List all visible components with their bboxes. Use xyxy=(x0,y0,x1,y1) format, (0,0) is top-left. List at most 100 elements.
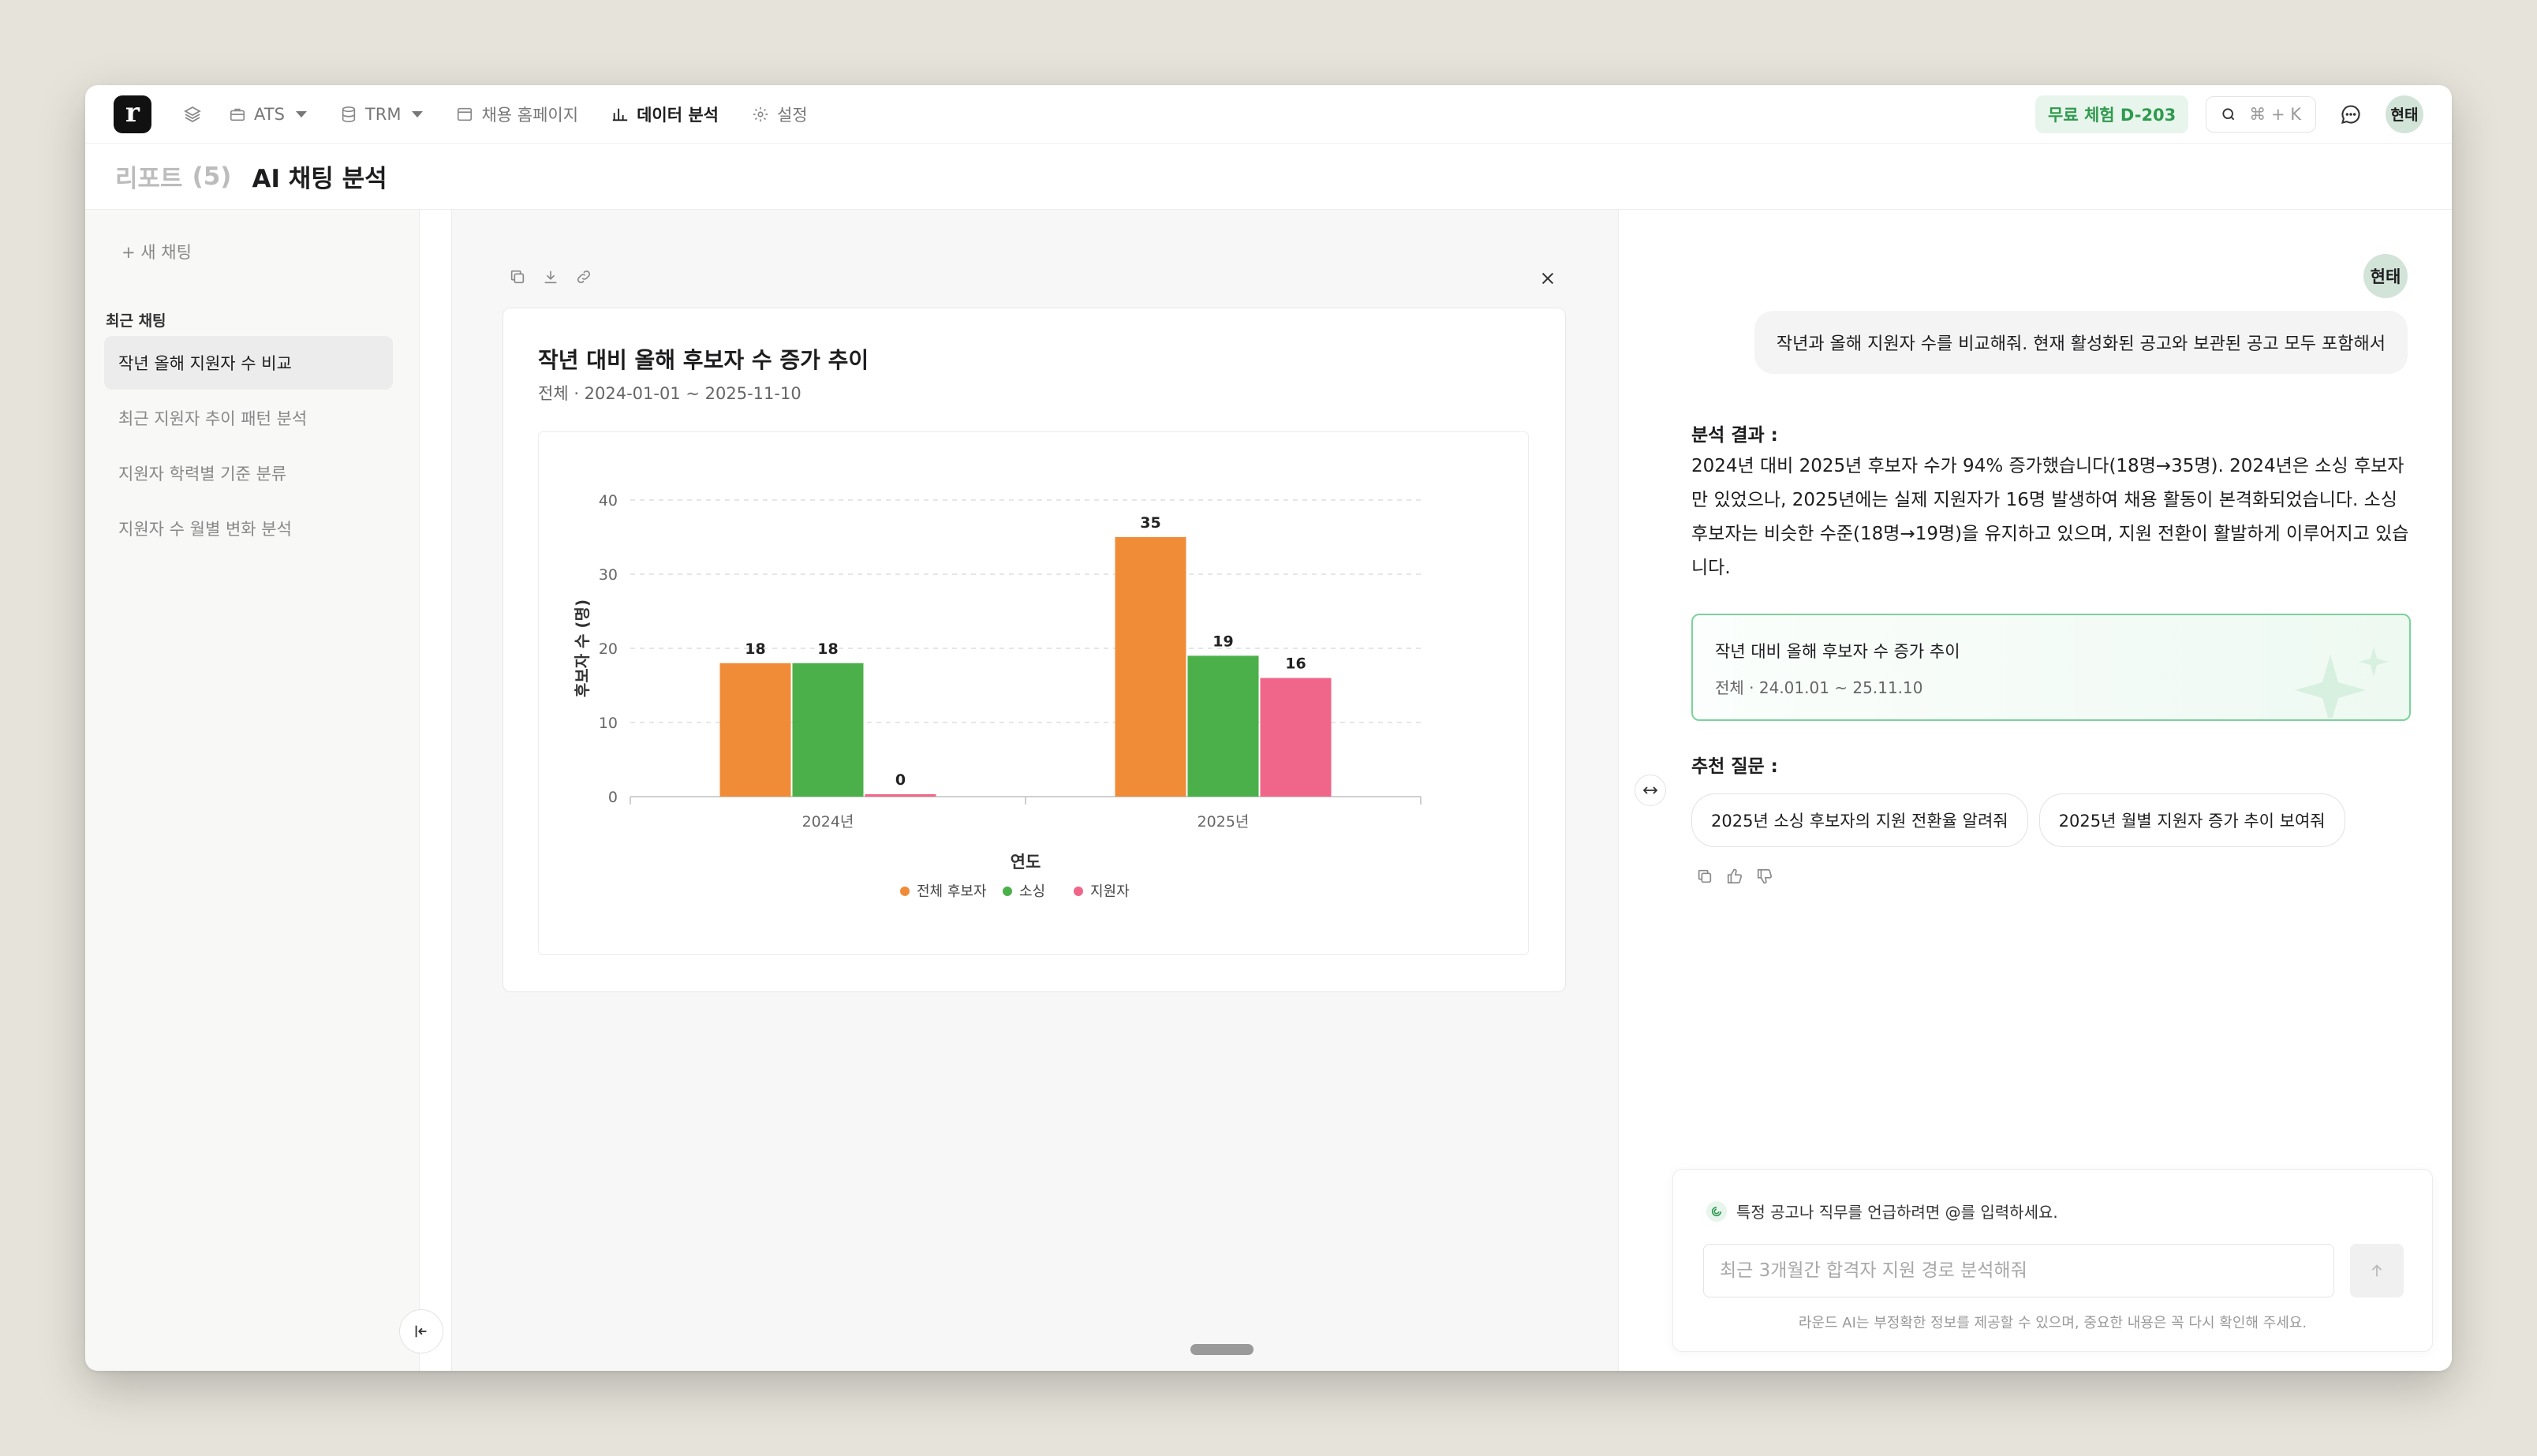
nav-trm[interactable]: TRM xyxy=(340,105,424,124)
chat-composer: 특정 공고나 직무를 언급하려면 @를 입력하세요. 라운드 AI는 부정확한 … xyxy=(1672,1169,2433,1352)
legend-swatch xyxy=(900,887,910,896)
user-avatar[interactable]: 현태 xyxy=(2386,95,2423,133)
report-card: 작년 대비 올해 후보자 수 증가 추이 전체 · 2024-01-01 ~ 2… xyxy=(503,308,1566,992)
recent-chat-item[interactable]: 지원자 학력별 기준 분류 xyxy=(104,446,393,500)
chart-bar xyxy=(1115,537,1186,797)
panel-drag-handle[interactable] xyxy=(1190,1344,1254,1355)
nav-ats[interactable]: ATS xyxy=(229,105,307,124)
database-icon xyxy=(342,106,356,122)
page-header: 리포트 (5) AI 채팅 분석 xyxy=(85,144,2452,210)
y-axis-label: 후보자 수 (명) xyxy=(573,599,592,697)
send-button[interactable] xyxy=(2350,1244,2404,1297)
page-title: AI 채팅 분석 xyxy=(252,165,387,193)
bar-data-label: 18 xyxy=(745,640,765,658)
copy-icon[interactable] xyxy=(509,268,526,286)
y-tick-label: 0 xyxy=(608,789,618,806)
chart-bar xyxy=(1187,655,1259,797)
arrow-up-icon xyxy=(2371,1264,2382,1277)
collapse-left-icon xyxy=(415,1325,427,1338)
ai-disclaimer: 라운드 AI는 부정확한 정보를 제공할 수 있으며, 중요한 내용은 꼭 다시… xyxy=(1798,1315,2307,1331)
collapse-sidebar-button[interactable] xyxy=(399,1309,443,1353)
gear-icon xyxy=(753,106,768,121)
report-panel: 작년 대비 올해 후보자 수 증가 추이 전체 · 2024-01-01 ~ 2… xyxy=(451,210,1619,1371)
chart-bar xyxy=(1260,678,1332,797)
recent-chats-list: 작년 올해 지원자 수 비교 최근 지원자 추이 패턴 분석 지원자 학력별 기… xyxy=(104,336,393,557)
result-label: 분석 결과 : xyxy=(1691,425,1778,446)
bar-data-label: 19 xyxy=(1212,633,1233,650)
sparkle-icon xyxy=(2295,647,2389,718)
report-toolbar xyxy=(509,268,592,286)
search-shortcut: ⌘ + K xyxy=(2249,104,2301,124)
bar-data-label: 0 xyxy=(895,771,906,789)
app-window: r ATS TRM 채용 홈페이지 데이터 분석 설정 무료 체험 D-203 xyxy=(85,85,2452,1371)
thumbs-down-icon[interactable] xyxy=(1756,868,1773,885)
chat-panel: 현태 작년과 올해 지원자 수를 비교해줘. 현재 활성화된 공고와 보관된 공… xyxy=(1650,210,2452,1371)
recent-chat-item[interactable]: 지원자 수 월별 변화 분석 xyxy=(104,502,393,555)
recent-chat-item[interactable]: 최근 지원자 추이 패턴 분석 xyxy=(104,391,393,445)
breadcrumb-reports[interactable]: 리포트 xyxy=(115,159,183,194)
y-tick-label: 30 xyxy=(599,566,618,584)
chat-history-sidebar: + 새 채팅 최근 채팅 작년 올해 지원자 수 비교 최근 지원자 추이 패턴… xyxy=(85,210,420,1371)
legend-swatch xyxy=(1074,887,1083,896)
bar-data-label: 16 xyxy=(1285,655,1306,673)
result-text: 2024년 대비 2025년 후보자 수가 94% 증가했습니다(18명→35명… xyxy=(1691,456,2409,578)
chevron-down-icon xyxy=(412,110,424,118)
legend-label: 전체 후보자 xyxy=(917,883,987,900)
y-tick-label: 40 xyxy=(599,492,618,510)
messages-button[interactable] xyxy=(2333,97,2368,132)
x-axis-label: 연도 xyxy=(1011,853,1041,872)
briefcase-icon xyxy=(230,108,245,121)
user-avatar: 현태 xyxy=(2363,254,2408,298)
nav-career-site[interactable]: 채용 홈페이지 xyxy=(456,103,578,126)
new-chat-button[interactable]: + 새 채팅 xyxy=(121,240,192,263)
panel-resize-handle[interactable] xyxy=(1635,775,1666,806)
horizontal-resize-icon xyxy=(1642,786,1658,794)
suggested-questions: 2025년 소싱 후보자의 지원 전환율 알려줘 2025년 월별 지원자 증가… xyxy=(1691,793,2345,847)
trial-badge[interactable]: 무료 체험 D-203 xyxy=(2035,95,2189,133)
suggested-question-chip[interactable]: 2025년 월별 지원자 증가 추이 보여줘 xyxy=(2038,793,2345,847)
chat-input[interactable] xyxy=(1703,1244,2334,1297)
chart-frame: 0 10 20 30 40 18 18 0 2024년 35 19 16 2025년 연도 후보자 수 (명… xyxy=(538,431,1529,955)
user-message: 작년과 올해 지원자 수를 비교해줘. 현재 활성화된 공고와 보관된 공고 모… xyxy=(1754,311,2408,374)
chart-bar xyxy=(792,663,864,797)
suggested-questions-label: 추천 질문 : xyxy=(1691,756,1778,777)
close-icon xyxy=(1541,272,1554,285)
legend-label: 소싱 xyxy=(1019,883,1045,900)
bar-data-label: 18 xyxy=(817,640,838,658)
nav-data-analysis[interactable]: 데이터 분석 xyxy=(611,103,719,126)
x-tick-label: 2024년 xyxy=(802,813,854,831)
recent-chat-item[interactable]: 작년 올해 지원자 수 비교 xyxy=(104,336,393,390)
app-logo[interactable]: r xyxy=(114,95,151,133)
layers-icon[interactable] xyxy=(183,105,202,124)
search-button[interactable]: ⌘ + K xyxy=(2206,95,2316,133)
report-link-card[interactable]: 작년 대비 올해 후보자 수 증가 추이 전체 · 24.01.01 ~ 25.… xyxy=(1691,614,2411,721)
ai-logo-icon xyxy=(1706,1200,1727,1222)
mention-hint: 특정 공고나 직무를 언급하려면 @를 입력하세요. xyxy=(1706,1200,2058,1223)
report-card-title: 작년 대비 올해 후보자 수 증가 추이 xyxy=(1715,642,1960,661)
suggested-question-chip[interactable]: 2025년 소싱 후보자의 지원 전환율 알려줘 xyxy=(1691,793,2028,847)
legend-label: 지원자 xyxy=(1090,883,1130,900)
search-icon xyxy=(2222,107,2235,120)
reports-count: (5) xyxy=(192,162,232,191)
download-icon[interactable] xyxy=(542,268,559,286)
browser-icon xyxy=(458,107,473,121)
legend-swatch xyxy=(1003,887,1012,896)
chart-bar xyxy=(719,663,791,797)
copy-icon[interactable] xyxy=(1696,868,1713,885)
chevron-down-icon xyxy=(295,110,307,118)
thumbs-up-icon[interactable] xyxy=(1726,868,1743,885)
bar-chart-icon xyxy=(612,108,628,121)
link-icon[interactable] xyxy=(575,268,592,286)
nav-settings[interactable]: 설정 xyxy=(752,103,808,126)
report-subtitle: 전체 · 2024-01-01 ~ 2025-11-10 xyxy=(538,384,801,403)
bar-chart: 0 10 20 30 40 18 18 0 2024년 35 19 16 2025년연도 후보자 수 (명… xyxy=(573,492,1422,900)
close-report-button[interactable] xyxy=(1534,265,1561,292)
chart-bar xyxy=(865,794,936,797)
message-feedback xyxy=(1696,868,1773,885)
x-tick-label: 2025년 xyxy=(1198,813,1250,831)
top-nav-bar: r ATS TRM 채용 홈페이지 데이터 분석 설정 무료 체험 D-203 xyxy=(85,85,2452,144)
report-card-subtitle: 전체 · 24.01.01 ~ 25.11.10 xyxy=(1715,678,1923,697)
report-title: 작년 대비 올해 후보자 수 증가 추이 xyxy=(538,347,869,373)
y-tick-label: 10 xyxy=(599,715,618,732)
bar-data-label: 35 xyxy=(1140,514,1160,532)
